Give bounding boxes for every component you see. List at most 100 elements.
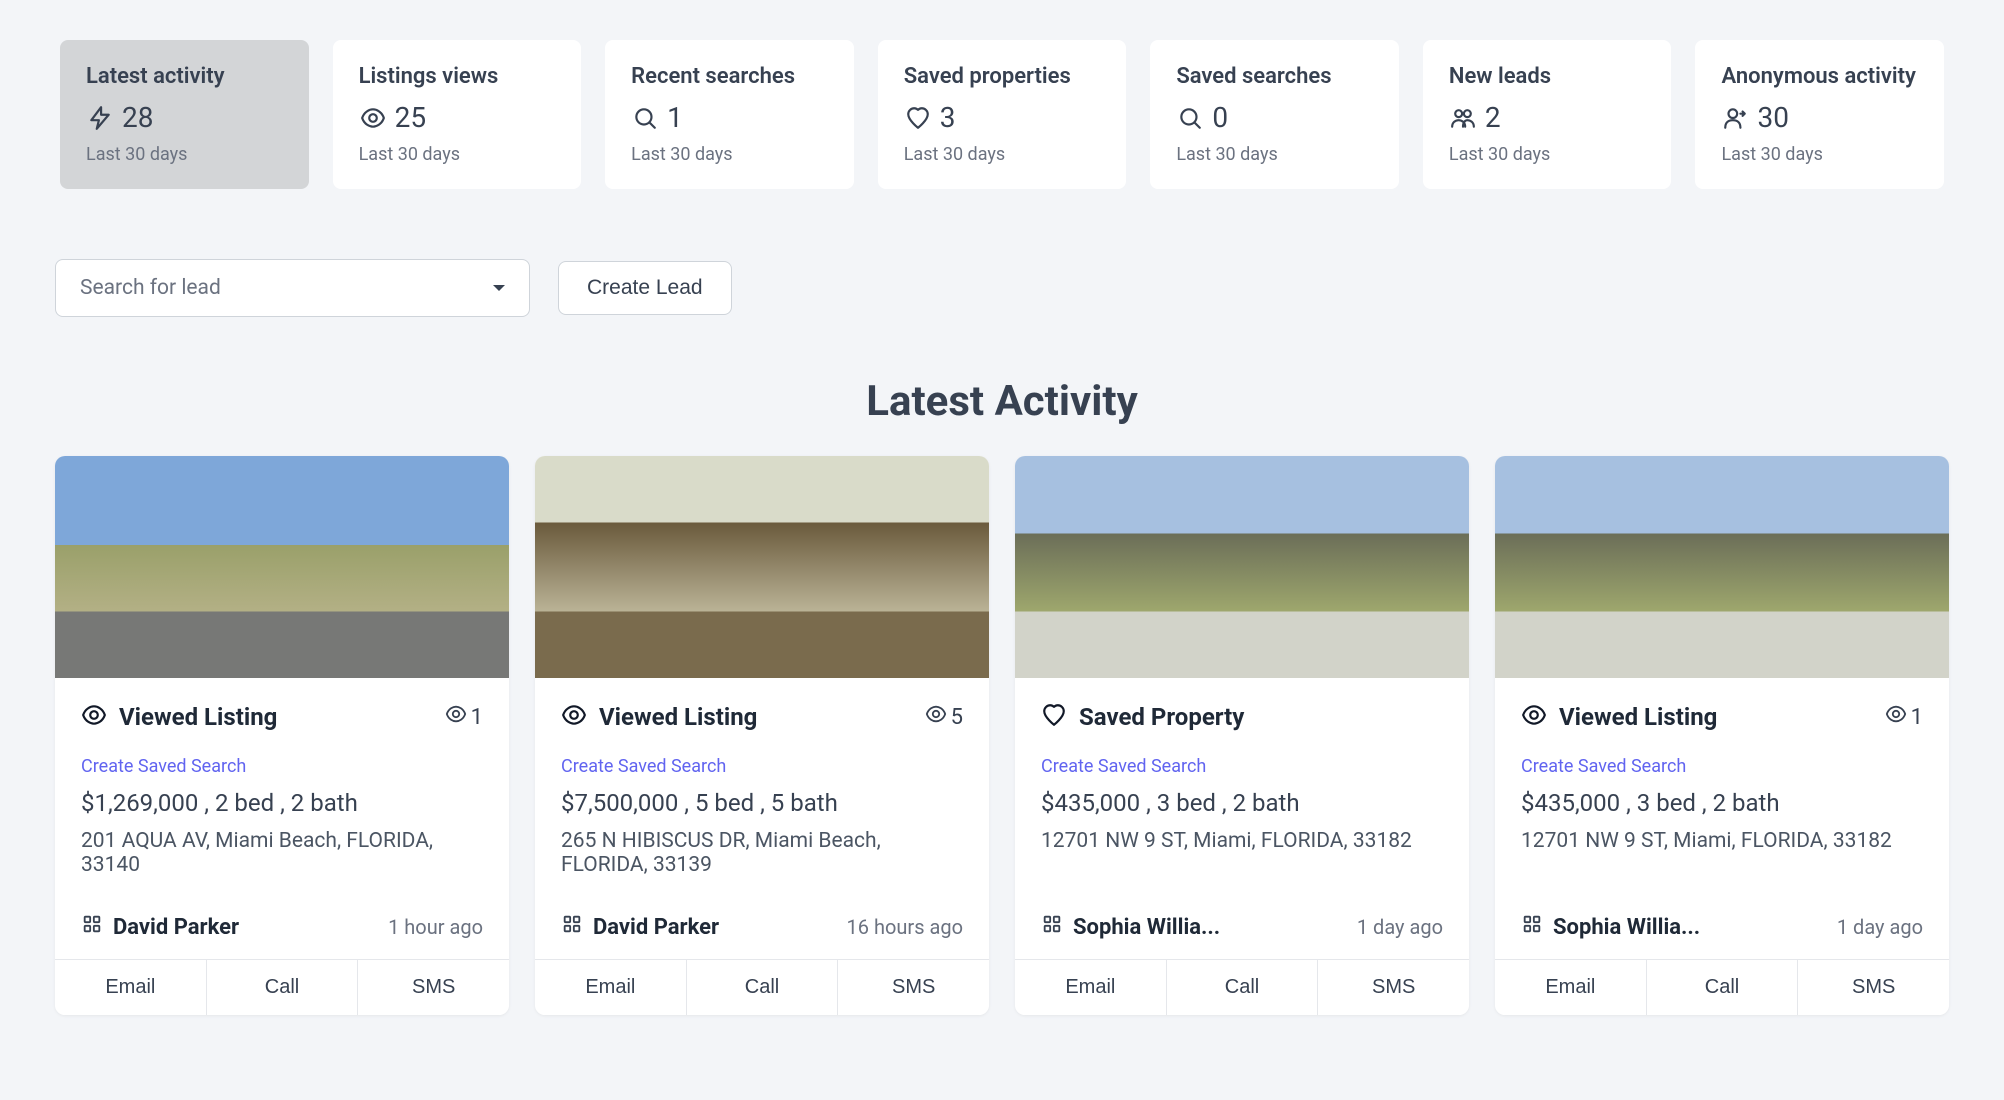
stat-subtitle: Last 30 days: [1176, 144, 1373, 165]
activity-card: Viewed Listing 1 Create Saved Search $435,0…: [1495, 456, 1949, 1015]
heart-icon: [904, 104, 932, 132]
listing-image[interactable]: [1495, 456, 1949, 678]
sms-button[interactable]: SMS: [358, 960, 509, 1015]
agent-name[interactable]: Sophia Willia...: [1073, 915, 1220, 940]
stat-subtitle: Last 30 days: [1721, 144, 1918, 165]
sms-button[interactable]: SMS: [838, 960, 989, 1015]
stat-value: 2: [1485, 101, 1501, 134]
stat-title: Anonymous activity: [1721, 64, 1918, 89]
section-heading: Latest Activity: [0, 377, 2004, 426]
call-button[interactable]: Call: [1167, 960, 1319, 1015]
stat-title: Listings views: [359, 64, 556, 89]
stat-card[interactable]: Recent searches 1 Last 30 days: [605, 40, 854, 189]
email-button[interactable]: Email: [535, 960, 687, 1015]
eye-icon: [1885, 703, 1907, 731]
stat-value: 30: [1757, 101, 1788, 134]
search-lead-placeholder: Search for lead: [80, 276, 221, 300]
card-actions: EmailCallSMS: [535, 959, 989, 1015]
address-line: 201 AQUA AV, Miami Beach, FLORIDA, 33140: [81, 829, 483, 885]
email-button[interactable]: Email: [1015, 960, 1167, 1015]
eye-icon: [1521, 702, 1547, 732]
email-button[interactable]: Email: [55, 960, 207, 1015]
views-count: 1: [445, 703, 483, 731]
eye-icon: [359, 104, 387, 132]
listing-image[interactable]: [55, 456, 509, 678]
create-saved-search-link[interactable]: Create Saved Search: [561, 756, 726, 777]
stat-value: 0: [1212, 101, 1228, 134]
search-icon: [1176, 104, 1204, 132]
create-saved-search-link[interactable]: Create Saved Search: [1041, 756, 1206, 777]
search-lead-select[interactable]: Search for lead: [55, 259, 530, 317]
stat-subtitle: Last 30 days: [1449, 144, 1646, 165]
call-button[interactable]: Call: [1647, 960, 1799, 1015]
activity-card: Viewed Listing 5 Create Saved Search $7,500…: [535, 456, 989, 1015]
time-ago: 1 day ago: [1837, 915, 1923, 939]
activity-type-label: Saved Property: [1079, 703, 1244, 731]
price-line: $435,000 , 3 bed , 2 bath: [1041, 789, 1443, 817]
grid-icon: [1041, 913, 1063, 941]
grid-icon: [81, 913, 103, 941]
stat-value: 25: [395, 101, 426, 134]
stat-value: 28: [122, 101, 153, 134]
caret-down-icon: [493, 285, 505, 291]
activity-card: Viewed Listing1Create Saved Search$1,269…: [55, 456, 509, 1015]
address-line: 12701 NW 9 ST, Miami, FLORIDA, 33182: [1521, 829, 1923, 885]
agent-name[interactable]: David Parker: [593, 915, 719, 940]
card-actions: EmailCallSMS: [1495, 959, 1949, 1015]
price-line: $7,500,000 , 5 bed , 5 bath: [561, 789, 963, 817]
people-icon: [1449, 104, 1477, 132]
eye-icon: [81, 702, 107, 732]
stat-subtitle: Last 30 days: [359, 144, 556, 165]
stat-card[interactable]: Listings views 25 Last 30 days: [333, 40, 582, 189]
stat-title: Saved searches: [1176, 64, 1373, 89]
controls-row: Search for lead Create Lead: [0, 219, 2004, 317]
time-ago: 16 hours ago: [847, 915, 963, 939]
stat-card[interactable]: Saved searches 0 Last 30 days: [1150, 40, 1399, 189]
eye-icon: [445, 703, 467, 731]
call-button[interactable]: Call: [207, 960, 359, 1015]
grid-icon: [1521, 913, 1543, 941]
listing-image[interactable]: [1015, 456, 1469, 678]
stat-value: 1: [667, 101, 683, 134]
stat-card[interactable]: Saved properties 3 Last 30 days: [878, 40, 1127, 189]
eye-icon: [925, 703, 947, 731]
stat-card[interactable]: Latest activity 28 Last 30 days: [60, 40, 309, 189]
stat-title: Latest activity: [86, 64, 283, 89]
stat-card[interactable]: New leads2Last 30 days: [1423, 40, 1672, 189]
heart-icon: [1041, 702, 1067, 732]
create-saved-search-link[interactable]: Create Saved Search: [1521, 756, 1686, 777]
price-line: $435,000 , 3 bed , 2 bath: [1521, 789, 1923, 817]
address-line: 12701 NW 9 ST, Miami, FLORIDA, 33182: [1041, 829, 1443, 885]
search-icon: [631, 104, 659, 132]
eye-icon: [561, 702, 587, 732]
activity-type-label: Viewed Listing: [1559, 703, 1717, 731]
stat-subtitle: Last 30 days: [86, 144, 283, 165]
time-ago: 1 day ago: [1357, 915, 1443, 939]
bolt-icon: [86, 104, 114, 132]
stat-subtitle: Last 30 days: [904, 144, 1101, 165]
listing-image[interactable]: [535, 456, 989, 678]
views-count: 1: [1885, 703, 1923, 731]
agent-name[interactable]: Sophia Willia...: [1553, 915, 1700, 940]
call-button[interactable]: Call: [687, 960, 839, 1015]
views-count: 5: [925, 703, 963, 731]
email-button[interactable]: Email: [1495, 960, 1647, 1015]
agent-name[interactable]: David Parker: [113, 915, 239, 940]
activity-cards-row: Viewed Listing1Create Saved Search$1,269…: [0, 456, 2004, 1015]
card-actions: EmailCallSMS: [1015, 959, 1469, 1015]
anon-icon: [1721, 104, 1749, 132]
activity-type-label: Viewed Listing: [599, 703, 757, 731]
stats-panel: Latest activity28Last 30 daysListings vi…: [0, 0, 2004, 219]
stat-title: Recent searches: [631, 64, 828, 89]
sms-button[interactable]: SMS: [1798, 960, 1949, 1015]
stat-subtitle: Last 30 days: [631, 144, 828, 165]
create-lead-button[interactable]: Create Lead: [558, 261, 732, 315]
sms-button[interactable]: SMS: [1318, 960, 1469, 1015]
activity-type-label: Viewed Listing: [119, 703, 277, 731]
stat-title: Saved properties: [904, 64, 1101, 89]
time-ago: 1 hour ago: [388, 915, 483, 939]
stat-value: 3: [940, 101, 956, 134]
stat-card[interactable]: Anonymous activity 30 Last 30 days: [1695, 40, 1944, 189]
activity-card: Saved Property Create Saved Search $435,00…: [1015, 456, 1469, 1015]
create-saved-search-link[interactable]: Create Saved Search: [81, 756, 246, 777]
